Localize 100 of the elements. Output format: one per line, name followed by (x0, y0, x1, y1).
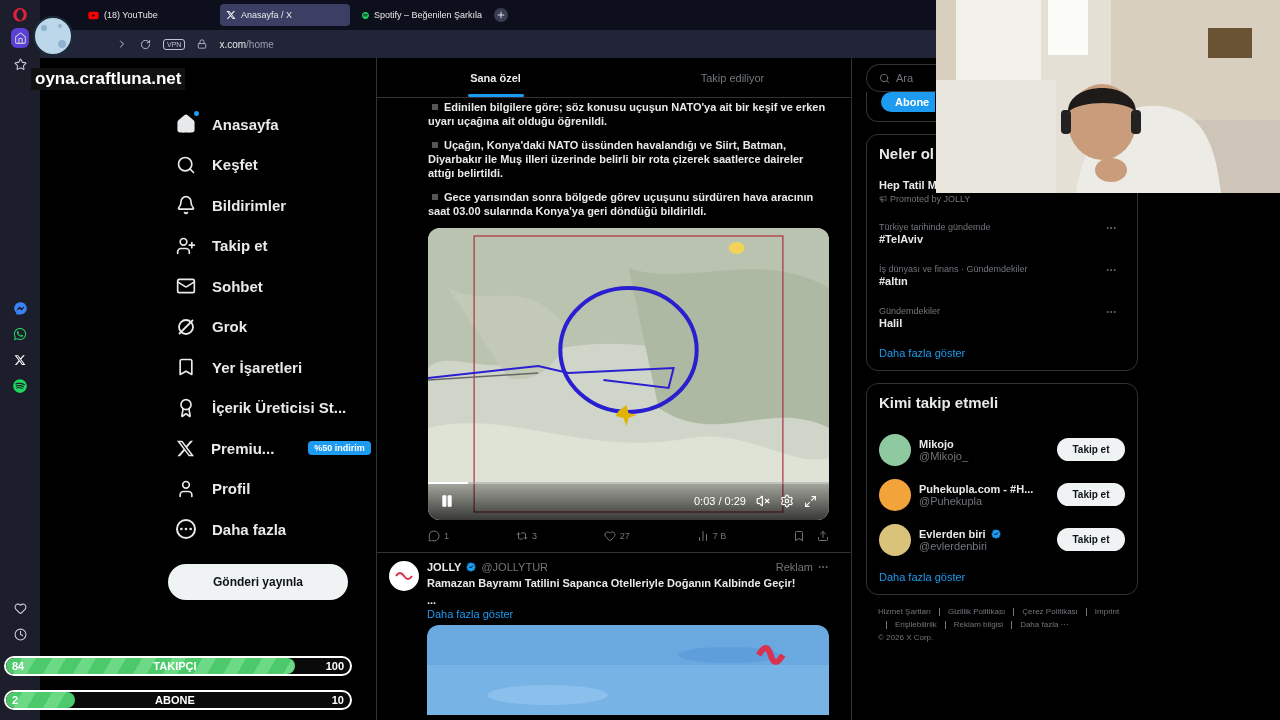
opera-logo-icon[interactable] (13, 8, 27, 22)
follow-button[interactable]: Takip et (1057, 528, 1125, 551)
browser-tab[interactable]: (18) YouTube (82, 4, 214, 26)
browser-tab[interactable]: Anasayfa / X (220, 4, 350, 26)
trend-title[interactable]: Hep Tatil M (879, 179, 937, 191)
show-more-link[interactable]: Daha fazla göster (427, 607, 829, 621)
home-icon[interactable] (11, 28, 29, 48)
action-button[interactable]: 7 B (696, 530, 727, 542)
bookmark-icon[interactable] (793, 530, 805, 542)
show-more-link[interactable]: Daha fazla göster (879, 570, 1125, 584)
reload-icon[interactable] (140, 38, 151, 50)
nav-item[interactable]: Yer İşaretleri (168, 347, 376, 388)
follow-button[interactable]: Takip et (1057, 483, 1125, 506)
megaphone-icon (879, 195, 887, 203)
trend-category: İş dünyası ve finans · Gündemdekiler (879, 264, 1028, 274)
post-paragraph: Gece yarısından sonra bölgede görev uçuşunu sürdüren hava aracının saat 03.00 sularında Konya'ya geri döndüğü bildirildi. (428, 190, 815, 218)
fullscreen-icon[interactable] (804, 494, 817, 508)
goal-target: 10 (331, 694, 344, 706)
action-button[interactable]: 1 (428, 530, 449, 542)
author-handle: @JOLLYTUR (481, 561, 549, 573)
footer-link[interactable]: Reklam bilgisi (953, 620, 1004, 629)
show-more-link[interactable]: Daha fazla göster (879, 346, 1125, 360)
nav-label: Takip et (212, 237, 268, 255)
youtube-icon (88, 9, 99, 21)
nav-item[interactable]: Grok (168, 306, 376, 347)
video-time: 0:03 / 0:29 (694, 495, 746, 507)
nav-label: Premiu... (211, 439, 275, 457)
trend-title[interactable]: #altın (879, 275, 908, 287)
settings-icon[interactable] (780, 494, 794, 508)
post-button[interactable]: Gönderi yayınla (168, 563, 348, 600)
nav-item[interactable]: İçerik Üreticisi St... (168, 387, 376, 428)
footer-link[interactable]: Erişilebilirlik (895, 620, 937, 629)
nav-item[interactable]: Keşfet (168, 144, 376, 185)
envelope-icon (176, 276, 196, 297)
trend-category: Türkiye tarihinde gündemde (879, 222, 991, 232)
feed-tab[interactable]: Takip ediliyor (614, 58, 851, 97)
nav-item[interactable]: Takip et (168, 225, 376, 266)
nav-item[interactable]: Profil (168, 468, 376, 509)
goal-count: 2 (12, 694, 19, 706)
mute-icon[interactable] (756, 494, 770, 508)
browser-tab[interactable]: Spotify – Beğenilen Şarkıla (356, 4, 488, 26)
nav-item[interactable]: Anasayfa (168, 104, 376, 145)
footer-link[interactable]: Hizmet Şartları (878, 607, 931, 616)
bar-chart-icon (696, 530, 709, 542)
footer-link[interactable]: Daha fazla ··· (1020, 620, 1069, 629)
user-handle: @Puhekupla (919, 494, 983, 507)
copyright: © 2026 X Corp. (878, 633, 935, 642)
new-tab-button[interactable] (494, 8, 508, 22)
footer-link[interactable]: Imprint (1094, 607, 1120, 616)
card-title: Kimi takip etmeli (879, 394, 999, 411)
goal-count: 84 (12, 660, 25, 672)
bullet-icon (432, 104, 438, 110)
nav-label: İçerik Üreticisi St... (212, 399, 347, 417)
nav-item[interactable]: Premiu... %50 indirim (168, 428, 376, 469)
card-title: Neler ol (879, 145, 935, 162)
nav-label: Profil (212, 480, 251, 498)
nav-label: Anasayfa (212, 115, 279, 133)
footer-link[interactable]: Gizlilik Politikası (947, 607, 1006, 616)
follow-button[interactable]: Takip et (1057, 438, 1125, 461)
avatar[interactable] (879, 433, 911, 466)
feed-tab[interactable]: Sana özel (377, 58, 614, 97)
x-logo-icon (226, 10, 236, 20)
user-name[interactable]: Puhekupla.com - #H... (919, 482, 1034, 495)
nav-item[interactable]: Daha fazla (168, 509, 376, 550)
nav-label: Keşfet (212, 156, 258, 174)
footer-link[interactable]: Çerez Politikası (1022, 607, 1078, 616)
nav-label: Daha fazla (212, 520, 287, 538)
action-button[interactable]: 3 (515, 530, 537, 542)
trend-title[interactable]: #TelAviv (879, 233, 924, 245)
nav-item[interactable]: Sohbet (168, 266, 376, 307)
nav-item[interactable]: Bildirimler (168, 185, 376, 226)
post-paragraph: Uçağın, Konya'daki NATO üssünden havalandığı ve Siirt, Batman, Diyarbakır ile Muş illeri üzerinde belirli bir rota çizerek saatlerce daireler attığı belirtildi. (428, 138, 805, 180)
user-handle: @evlerdenbiri (919, 539, 989, 552)
goal-label: ABONE (154, 694, 196, 706)
avatar[interactable] (389, 561, 419, 591)
bullet-icon (432, 194, 438, 200)
home-icon (176, 114, 196, 135)
website-label: oyna.craftluna.net (31, 68, 186, 90)
address-field[interactable]: x.com/home (219, 38, 274, 50)
avatar[interactable] (879, 523, 911, 556)
repost-icon (515, 530, 528, 542)
search-icon (176, 154, 196, 175)
add-person-icon (176, 235, 196, 256)
author-name[interactable]: JOLLY (427, 561, 462, 573)
user-name[interactable]: Evlerden biri (919, 527, 986, 540)
avatar[interactable] (879, 478, 911, 511)
user-name[interactable]: Mikojo (919, 437, 954, 450)
spotify-icon (362, 9, 369, 21)
trend-title[interactable]: Halil (879, 317, 903, 329)
spotify-icon[interactable] (11, 376, 29, 396)
post-text: Ramazan Bayramı Tatilini Sapanca Otelleriyle Doğanın Kalbinde Geçir! (427, 576, 797, 590)
reply-icon (428, 530, 440, 542)
goal-target: 100 (325, 660, 344, 672)
action-button[interactable]: 27 (603, 530, 630, 542)
share-icon[interactable] (817, 530, 829, 542)
search-icon (879, 72, 890, 84)
bookmark-icon (176, 357, 196, 378)
pause-icon[interactable] (440, 494, 454, 508)
lock-icon (197, 39, 208, 49)
nav-label: Grok (212, 318, 247, 336)
